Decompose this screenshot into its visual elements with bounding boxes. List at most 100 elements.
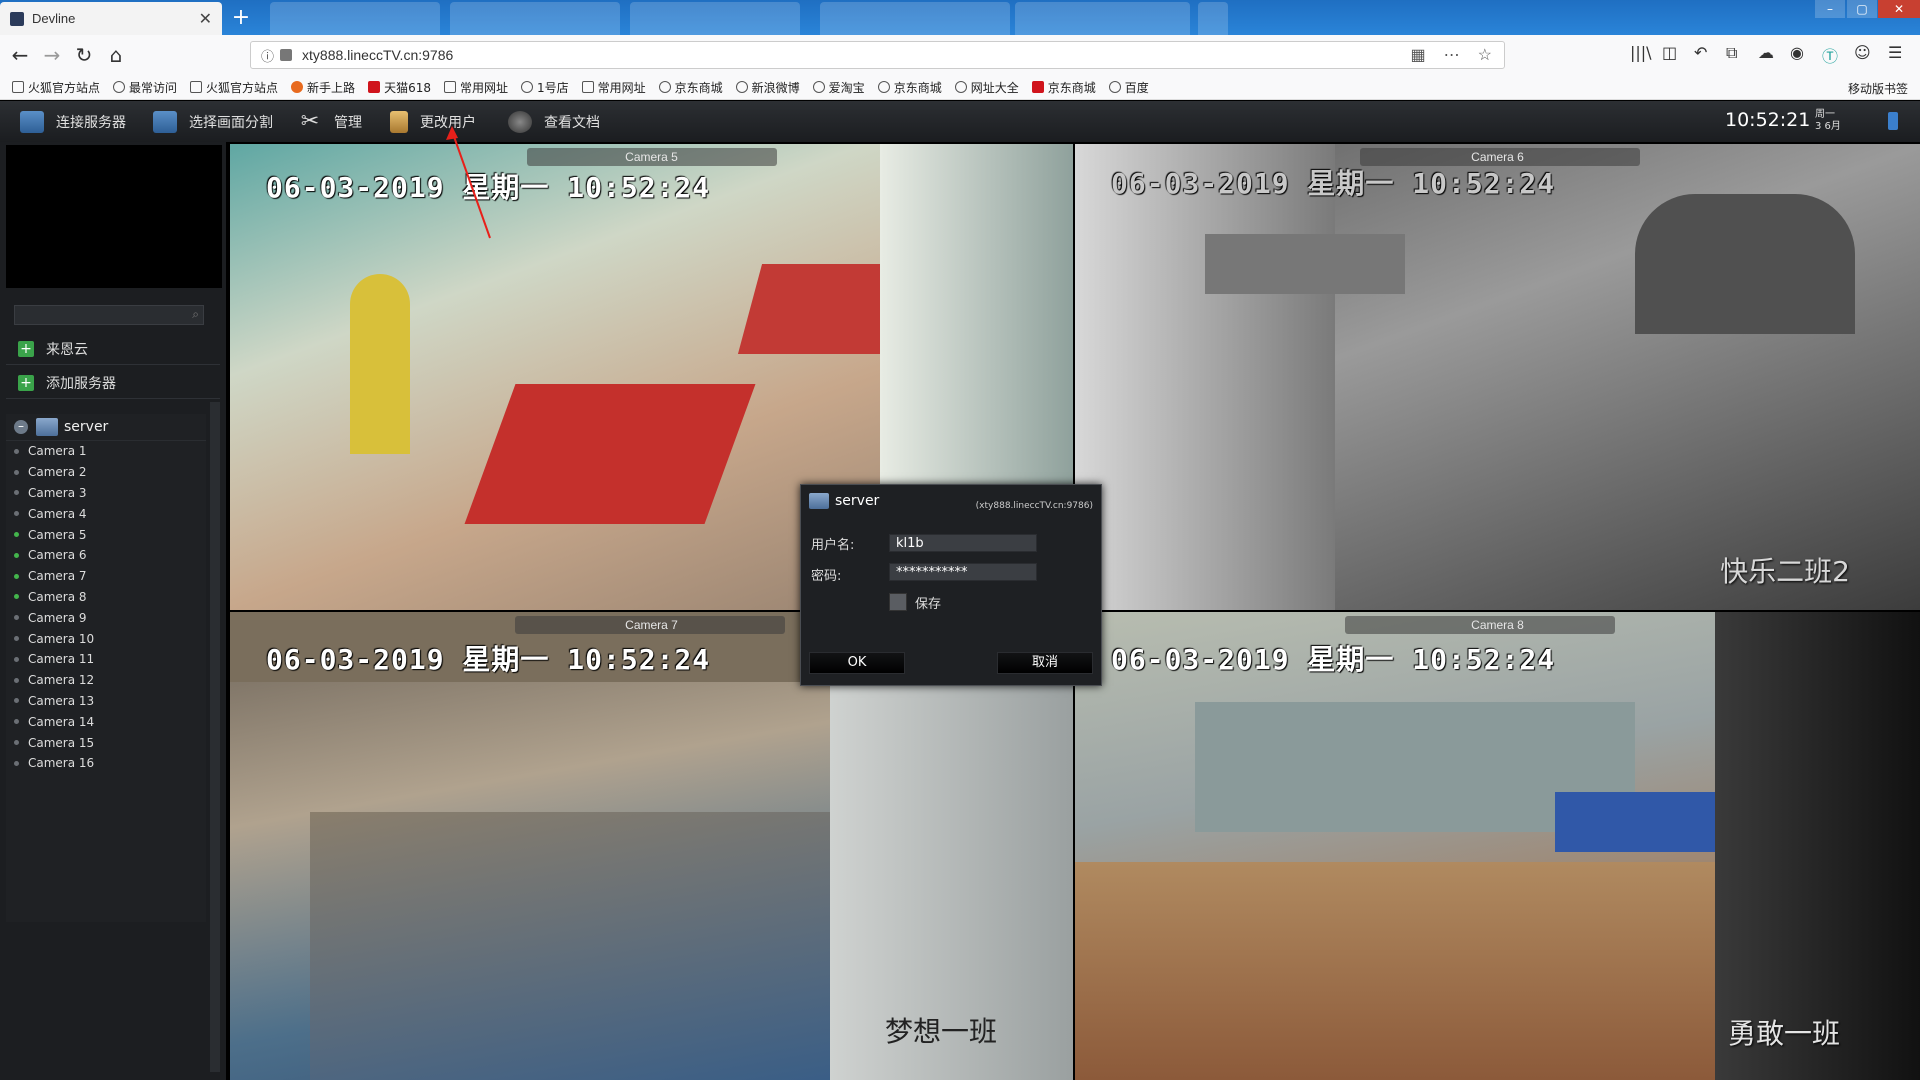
bookmark-item[interactable]: 京东商城 [877,79,942,96]
minimize-icon[interactable]: – [1815,0,1845,18]
bookmark-item[interactable]: 天猫618 [368,79,431,96]
forward-icon[interactable]: → [38,41,66,69]
bookmark-item[interactable]: 1号店 [520,79,569,96]
camera-overlay-text: 梦想一班 [884,1015,997,1048]
camera-list-item[interactable]: Camera 6 [6,545,206,566]
save-checkbox-label: 保存 [915,597,942,612]
bookmark-item[interactable]: 网址大全 [954,79,1019,96]
camera-list-item[interactable]: Camera 11 [6,649,206,670]
layout-select-button[interactable]: 选择画面分割 [153,101,273,142]
collapse-icon[interactable]: – [14,420,28,434]
camera-list-item[interactable]: Camera 8 [6,587,206,608]
tree-server-node[interactable]: – server [6,414,206,441]
bookmark-star-icon[interactable]: ☆ [1478,45,1492,65]
tab-devline[interactable]: Devline ✕ [0,2,222,35]
ok-button[interactable]: OK [809,652,905,674]
view-docs-button[interactable]: 查看文档 [508,101,600,142]
scene-desks [310,812,830,1080]
back-icon[interactable]: ← [6,41,34,69]
grid-layout-icon [153,110,177,133]
background-tab[interactable] [450,2,620,35]
home-icon[interactable]: ⌂ [102,41,130,69]
bookmark-item[interactable]: 新手上路 [291,79,355,96]
account-icon[interactable]: ☺ [1854,43,1871,62]
tab-overflow[interactable] [1198,2,1228,35]
bookmark-item[interactable]: 常用网址 [443,79,508,96]
mobile-bookmarks[interactable]: 移动版书签 [1848,80,1908,97]
reload-icon[interactable]: ↻ [70,41,98,69]
tree-scrollbar[interactable] [210,402,220,1072]
weekday: 周一 [1815,109,1835,120]
search-icon[interactable]: ⌕ [192,307,199,322]
bookmark-item[interactable]: 火狐官方站点 [190,79,278,96]
dialog-host: (xty888.lineccTV.cn:9786) [975,501,1093,511]
background-tab[interactable] [270,2,440,35]
camera-view-8[interactable]: Camera 8 06-03-2019 星期一 10:52:24 勇敢一班 [1075,612,1920,1080]
tab-close-icon[interactable]: ✕ [199,9,212,29]
search-input[interactable]: ⌕ [14,305,204,325]
camera-list-item[interactable]: Camera 13 [6,691,206,712]
camera-list-item[interactable]: Camera 5 [6,524,206,545]
cloud-button[interactable]: + 来恩云 [6,334,220,365]
chat-icon[interactable]: ☁ [1758,43,1774,62]
new-tab-button[interactable]: + [228,5,254,31]
background-tab[interactable] [630,2,800,35]
maximize-icon[interactable]: ▢ [1847,0,1877,18]
undo-icon[interactable]: ↶ [1694,43,1707,62]
extension-icon[interactable]: ◉ [1790,43,1804,62]
camera-view-6[interactable]: Camera 6 06-03-2019 星期一 10:52:24 快乐二班2 [1075,144,1920,610]
change-user-button[interactable]: 更改用户 [390,101,476,142]
screenshot-icon[interactable]: ⧉ [1726,43,1737,63]
save-checkbox[interactable] [889,593,907,611]
page-actions-icon[interactable]: ⋯ [1444,45,1460,65]
camera-list-item[interactable]: Camera 10 [6,628,206,649]
camera-list-label: Camera 12 [28,673,95,688]
camera-list-item[interactable]: Camera 2 [6,462,206,483]
folder-icon [12,81,24,93]
add-server-button[interactable]: + 添加服务器 [6,368,220,399]
bookmark-item[interactable]: 京东商城 [1031,79,1096,96]
site-info-icon[interactable]: ⓘ [261,46,274,65]
translate-icon[interactable]: Ⓣ [1822,43,1838,67]
connect-server-button[interactable]: 连接服务器 [20,101,126,142]
bookmark-item[interactable]: 最常访问 [113,79,177,96]
camera-list-item[interactable]: Camera 3 [6,483,206,504]
pin-icon[interactable] [1888,112,1898,130]
globe-icon [658,81,671,93]
scene-cabinet [1205,234,1405,294]
camera-status-icon [14,511,19,517]
bookmark-item[interactable]: 百度 [1108,79,1149,96]
camera-list-label: Camera 3 [28,485,87,500]
bookmark-item[interactable]: 爱淘宝 [812,79,865,96]
background-tab[interactable] [820,2,1010,35]
window-close-icon[interactable]: ✕ [1878,0,1920,18]
camera-list-item[interactable]: Camera 12 [6,670,206,691]
jd-icon [1031,81,1044,93]
camera-list-item[interactable]: Camera 7 [6,566,206,587]
camera-list-item[interactable]: Camera 4 [6,503,206,524]
globe-icon [520,81,533,93]
camera-list-item[interactable]: Camera 1 [6,441,206,462]
qr-code-icon[interactable]: ▦ [1411,45,1426,65]
camera-list-item[interactable]: Camera 9 [6,607,206,628]
url-bar[interactable]: ⓘ xty888.lineccTV.cn:9786 ▦ ⋯ ☆ [250,41,1505,69]
sidebar-toggle-icon[interactable]: ◫ [1662,43,1677,62]
library-icon[interactable]: |||\ [1630,43,1652,62]
bookmark-item[interactable]: 新浪微博 [735,79,800,96]
camera-list-item[interactable]: Camera 14 [6,711,206,732]
username-field[interactable]: kl1b [889,534,1037,552]
dialog-title: server [809,493,879,509]
cancel-button[interactable]: 取消 [997,652,1093,674]
camera-list-item[interactable]: Camera 15 [6,732,206,753]
bookmark-item[interactable]: 常用网址 [581,79,646,96]
manage-button[interactable]: ✂ 管理 [298,101,362,142]
camera-list-item[interactable]: Camera 16 [6,753,206,774]
url-text[interactable]: xty888.lineccTV.cn:9786 [302,47,453,63]
globe-icon [954,81,967,93]
background-tab[interactable] [1015,2,1190,35]
password-field[interactable]: *********** [889,563,1037,581]
monitor-icon [20,110,44,133]
bookmark-item[interactable]: 火狐官方站点 [12,79,100,96]
bookmark-item[interactable]: 京东商城 [658,79,723,96]
menu-icon[interactable]: ☰ [1888,43,1902,62]
